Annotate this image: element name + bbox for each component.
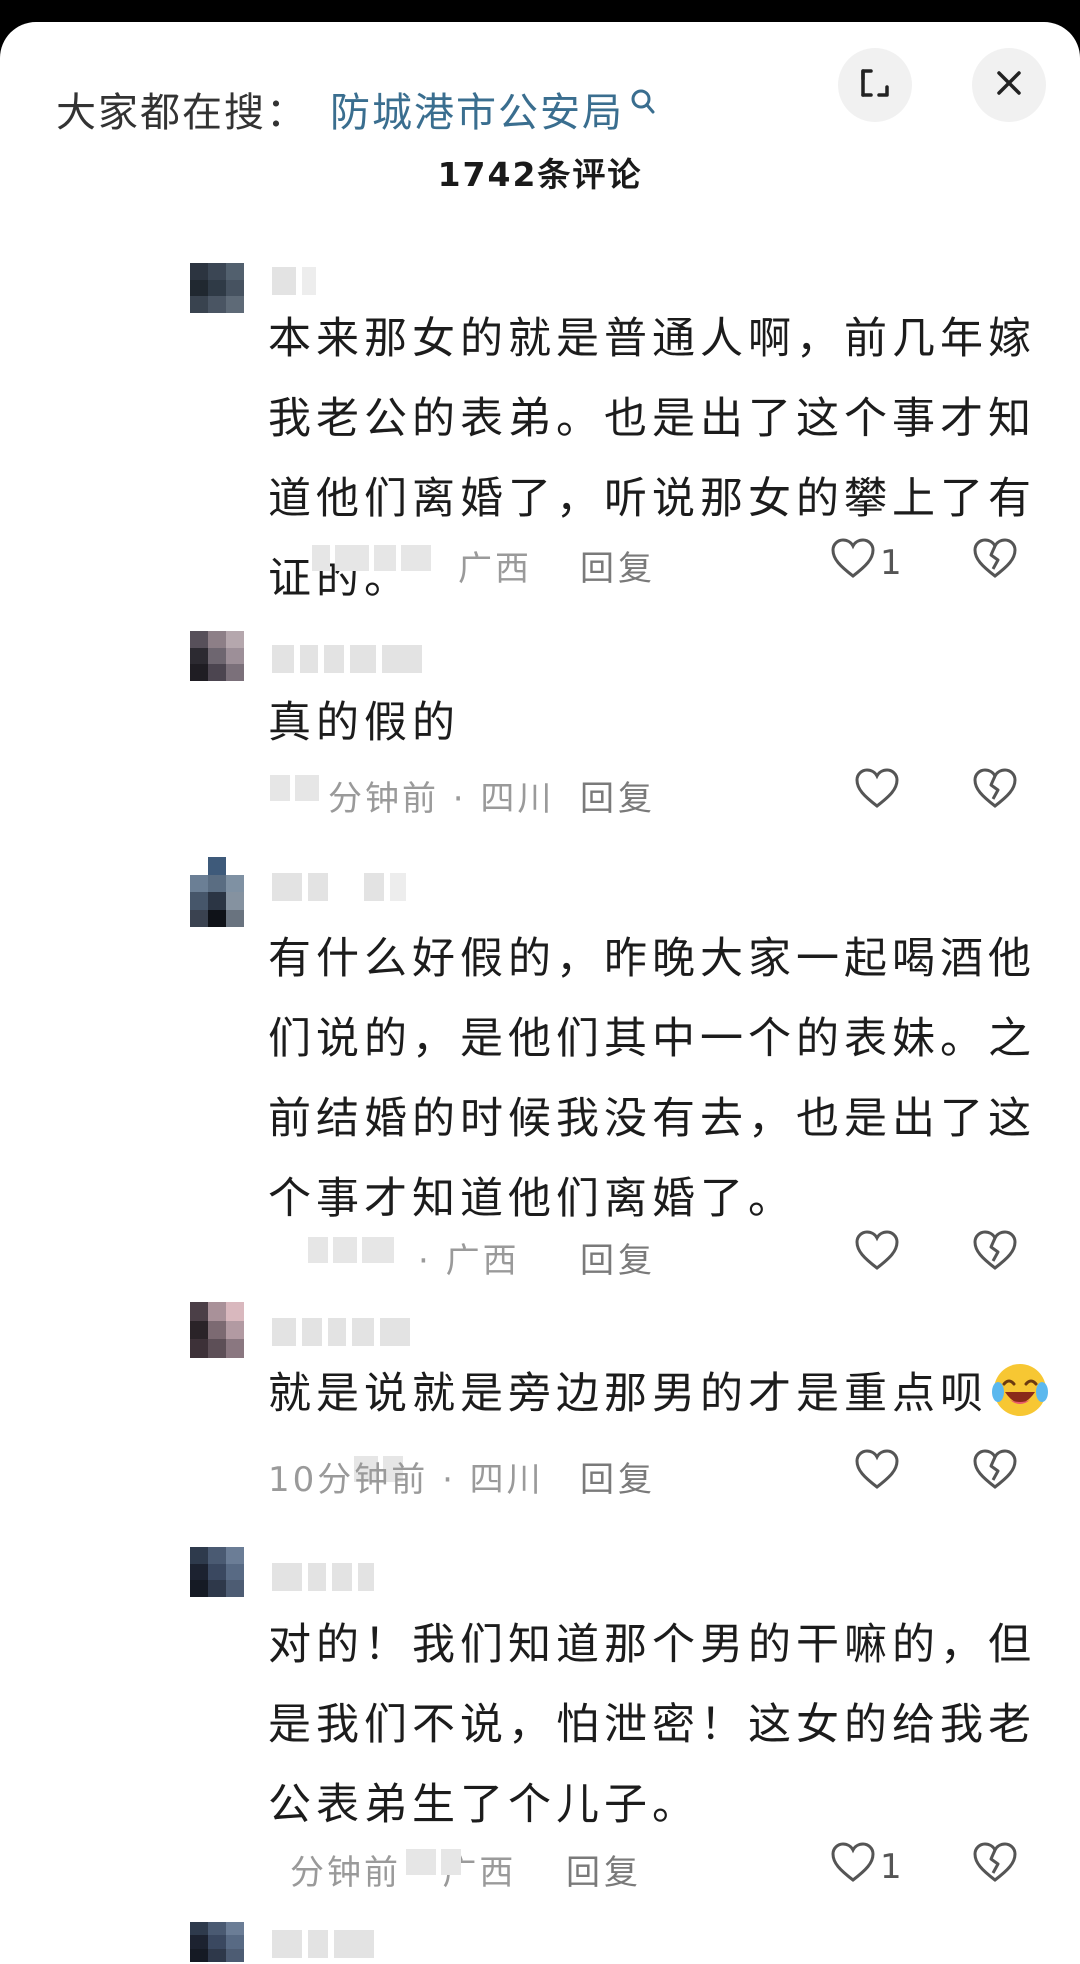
- avatar[interactable]: [190, 263, 244, 313]
- avatar[interactable]: [190, 1547, 244, 1597]
- like-button[interactable]: [854, 1229, 904, 1280]
- heart-icon: [854, 1448, 900, 1499]
- comment-meta-row: 分钟前 · 广西 回复 1: [268, 1841, 1028, 1893]
- comment-item: 就是说就是旁边那男的才是重点呗 10分钟前 · 四川 回复: [0, 1302, 1080, 1522]
- heart-icon: [830, 1841, 876, 1892]
- avatar: [190, 1922, 244, 1962]
- like-button[interactable]: [854, 767, 904, 818]
- comment-meta: 广西: [458, 549, 532, 589]
- username-blurred[interactable]: [272, 645, 422, 675]
- like-button[interactable]: 1: [830, 537, 902, 588]
- comment-item: 对的！我们知道那个男的干嘛的，但是我们不说，怕泄密！这女的给我老公表弟生了个儿子…: [0, 1547, 1080, 1893]
- broken-heart-icon[interactable]: [972, 767, 1018, 818]
- username-blurred[interactable]: [272, 1318, 410, 1348]
- username-blurred[interactable]: [272, 267, 316, 297]
- comment-item: 真的假的 分钟前 · 四川 回复: [0, 627, 1080, 827]
- broken-heart-icon[interactable]: [972, 1448, 1018, 1499]
- expand-icon: [857, 65, 893, 105]
- heart-icon: [854, 767, 900, 818]
- timestamp-blurred: [308, 1237, 394, 1267]
- like-button[interactable]: [854, 1448, 904, 1499]
- reply-button[interactable]: 回复: [580, 1452, 656, 1501]
- trending-search-term[interactable]: 防城港市公安局: [330, 90, 624, 136]
- reply-button[interactable]: 回复: [580, 771, 656, 820]
- comment-text: 对的！我们知道那个男的干嘛的，但是我们不说，怕泄密！这女的给我老公表弟生了个儿子…: [268, 1620, 1036, 1830]
- comment-text-content: 就是说就是旁边那男的才是重点呗: [268, 1369, 988, 1419]
- expand-button[interactable]: [838, 48, 912, 122]
- comment-item: 有什么好假的，昨晚大家一起喝酒他们说的，是他们其中一个的表妹。之前结婚的时候我没…: [0, 857, 1080, 1287]
- heart-icon: [830, 537, 876, 588]
- comment-text: 就是说就是旁边那男的才是重点呗: [268, 1354, 1068, 1434]
- like-button[interactable]: 1: [830, 1841, 902, 1892]
- timestamp-blurred: [406, 1849, 461, 1879]
- avatar[interactable]: [190, 631, 244, 681]
- avatar[interactable]: [190, 1302, 244, 1358]
- trending-search-bar[interactable]: 大家都在搜： 防城港市公安局: [56, 80, 656, 138]
- username-blurred[interactable]: [272, 873, 406, 903]
- comment-meta: 分钟前 · 四川: [328, 779, 555, 819]
- comment-meta: · 广西: [418, 1241, 520, 1281]
- comment-text: 有什么好假的，昨晚大家一起喝酒他们说的，是他们其中一个的表妹。之前结婚的时候我没…: [268, 934, 1036, 1224]
- next-comment-partial: [0, 1902, 1080, 1964]
- comments-sheet: 大家都在搜： 防城港市公安局 1742条评论 本来那女的就是普通人啊，前几年嫁我老…: [0, 22, 1080, 1964]
- reply-button[interactable]: 回复: [566, 1845, 642, 1894]
- comment-text: 真的假的: [268, 698, 460, 748]
- timestamp-blurred: [312, 545, 431, 575]
- username-blurred[interactable]: [272, 1563, 374, 1593]
- heart-icon: [854, 1229, 900, 1280]
- comment-meta: 10分钟前 · 四川: [268, 1460, 544, 1500]
- comment-count-title: 1742条评论: [437, 155, 643, 194]
- search-icon[interactable]: [630, 82, 656, 128]
- search-prefix-label: 大家都在搜：: [56, 90, 308, 136]
- laughing-crying-emoji: [992, 1362, 1048, 1418]
- comment-item: 本来那女的就是普通人啊，前几年嫁我老公的表弟。也是出了这个事才知道他们离婚了，听…: [0, 237, 1080, 604]
- like-count: 1: [880, 1846, 902, 1887]
- like-count: 1: [880, 542, 902, 583]
- comment-meta-row: 分钟前 · 四川 回复: [268, 767, 1028, 819]
- reply-button[interactable]: 回复: [580, 541, 656, 590]
- close-button[interactable]: [972, 48, 1046, 122]
- close-icon: [993, 67, 1025, 103]
- broken-heart-icon[interactable]: [972, 537, 1018, 588]
- comment-meta-row: · 广西 回复: [268, 1229, 1028, 1281]
- broken-heart-icon[interactable]: [972, 1841, 1018, 1892]
- comment-meta-row: 广西 回复 1: [268, 537, 1028, 589]
- comment-meta: 分钟前 · 广西: [290, 1853, 517, 1893]
- username-blurred: [272, 1930, 374, 1960]
- reply-button[interactable]: 回复: [580, 1233, 656, 1282]
- comment-meta-row: 10分钟前 · 四川 回复: [268, 1448, 1028, 1500]
- broken-heart-icon[interactable]: [972, 1229, 1018, 1280]
- timestamp-blurred: [270, 775, 319, 805]
- avatar[interactable]: [190, 857, 244, 927]
